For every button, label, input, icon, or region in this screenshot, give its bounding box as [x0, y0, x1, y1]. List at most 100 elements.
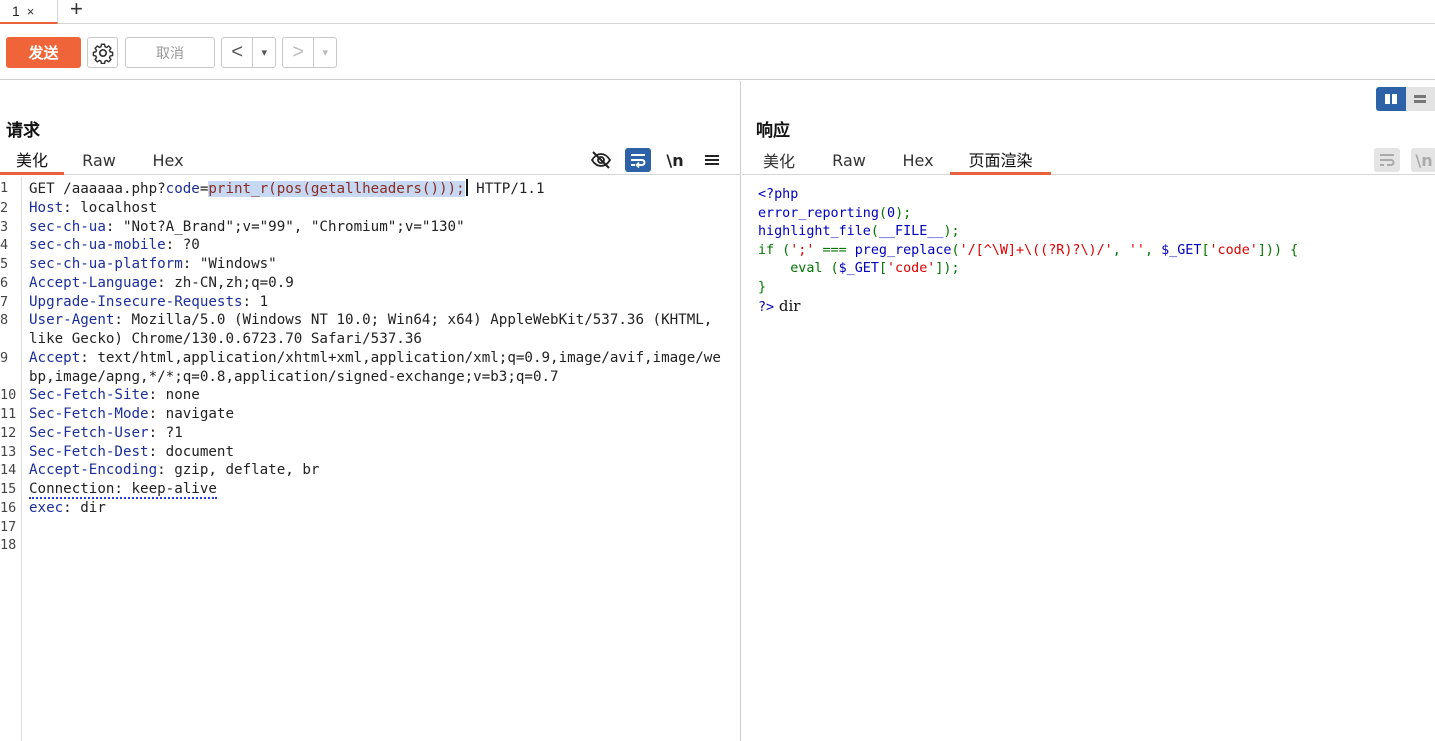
back-arrow-icon[interactable]: < [222, 38, 254, 67]
line-number: 1 [0, 180, 9, 196]
header-name: Accept [29, 349, 81, 366]
php-source-text: <?php [758, 187, 799, 202]
code-line[interactable]: 7 Upgrade-Insecure-Requests: 1 [0, 293, 740, 312]
code-line[interactable]: 6 Accept-Language: zh-CN,zh;q=0.9 [0, 274, 740, 293]
close-icon[interactable]: × [27, 4, 35, 19]
code-line[interactable]: 15 Connection: keep-alive [0, 480, 740, 499]
header-name: Accept-Language [29, 274, 158, 291]
php-source-text: '/[^\W]+\((?R)?\)/' [959, 242, 1113, 258]
chevron-down-icon[interactable]: ▾ [253, 46, 275, 59]
line-content: Accept-Language: zh-CN,zh;q=0.9 [22, 274, 722, 293]
line-number: 2 [0, 199, 9, 216]
code-line[interactable]: 14 Accept-Encoding: gzip, deflate, br [0, 461, 740, 480]
request-editor[interactable]: 1 GET /aaaaaa.php?code=print_r(pos(getall… [0, 177, 740, 741]
header-name: Sec-Fetch-Mode [29, 406, 149, 422]
code-line[interactable]: 13 Sec-Fetch-Dest: document [0, 443, 740, 462]
php-source-text: ( [878, 205, 887, 221]
code-text: : Mozilla/5.0 (Windows NT 10.0; Win64; x… [29, 312, 721, 347]
tab-strip: 1 × + [0, 0, 1435, 24]
code-line[interactable]: 11 Sec-Fetch-Mode: navigate [0, 405, 740, 424]
tab-pretty[interactable]: 美化 [0, 145, 64, 175]
code-text: : zh-CN,zh;q=0.9 [157, 274, 294, 291]
chevron-down-icon[interactable]: ▾ [314, 46, 336, 59]
render-line: error_reporting(0); [758, 205, 1298, 224]
cancel-button[interactable]: 取消 [125, 37, 215, 68]
line-number: 17 [0, 518, 17, 535]
php-source-text: ( [951, 242, 960, 258]
php-source-text: === [814, 242, 855, 258]
code-line[interactable]: 10 Sec-Fetch-Site: none [0, 386, 740, 405]
menu-icon[interactable] [699, 148, 725, 172]
line-content: exec: dir [22, 499, 722, 518]
line-content: Accept-Encoding: gzip, deflate, br [22, 461, 722, 480]
code-line[interactable]: 18 [0, 536, 740, 555]
code-line[interactable]: 3 sec-ch-ua: "Not?A_Brand";v="99", "Chrom… [0, 218, 740, 237]
code-line[interactable]: 8 User-Agent: Mozilla/5.0 (Windows NT 10.… [0, 311, 740, 349]
line-number: 18 [0, 537, 17, 554]
tab-hex[interactable]: Hex [140, 145, 196, 175]
code-text: GET /aaaaaa.php? [29, 181, 166, 197]
response-title: 响应 [756, 121, 790, 141]
code-line[interactable]: 16 exec: dir [0, 499, 740, 518]
show-newlines-icon[interactable]: \n [1411, 148, 1435, 172]
php-source-text: eval ( [758, 261, 839, 276]
header-name: Accept-Encoding [29, 462, 158, 479]
send-button[interactable]: 发送 [6, 37, 81, 68]
php-source-text: $_GET [838, 261, 879, 276]
selected-text: print_r(pos(getallheaders())); [208, 181, 465, 197]
tab-raw[interactable]: Raw [820, 145, 878, 175]
code-line[interactable]: 4 sec-ch-ua-mobile: ?0 [0, 236, 740, 255]
code-line[interactable]: 17 [0, 518, 740, 537]
php-source-text: 0 [887, 205, 896, 221]
add-tab-icon[interactable]: + [70, 0, 83, 21]
forward-arrow-icon[interactable]: > [283, 38, 315, 67]
tab-pretty[interactable]: 美化 [748, 145, 810, 175]
output-text: dir [774, 297, 801, 315]
toolbar: 发送 取消 < ▾ > ▾ [0, 25, 1435, 80]
tab-raw[interactable]: Raw [70, 145, 128, 175]
line-content: Host: localhost [22, 199, 722, 218]
back-button[interactable]: < ▾ [221, 37, 276, 68]
code-text: : "Windows" [182, 256, 277, 272]
php-source-text: __FILE__ [878, 224, 944, 239]
line-number: 13 [0, 443, 17, 460]
php-source-text: ); [943, 224, 960, 239]
line-content: Connection: keep-alive [22, 480, 722, 499]
code-line[interactable]: 9 Accept: text/html,application/xhtml+xml… [0, 349, 740, 387]
php-source-text: '' [1128, 242, 1145, 258]
code-text: : none [148, 387, 200, 404]
line-content [22, 518, 722, 537]
line-number: 8 [0, 312, 9, 329]
code-text: : 1 [242, 293, 269, 310]
line-content: Sec-Fetch-Dest: document [22, 443, 722, 462]
tab-render[interactable]: 页面渲染 [950, 145, 1051, 175]
line-number: 6 [0, 274, 9, 291]
show-newlines-icon[interactable]: \n [662, 148, 688, 172]
header-name: Upgrade-Insecure-Requests [29, 293, 243, 310]
tab-hex[interactable]: Hex [890, 145, 946, 175]
wrap-lines-icon[interactable] [625, 148, 651, 172]
forward-button[interactable]: > ▾ [282, 37, 337, 68]
code-line[interactable]: 12 Sec-Fetch-User: ?1 [0, 424, 740, 443]
line-number: 5 [0, 256, 9, 272]
php-source-text: [ [878, 261, 887, 276]
code-line[interactable]: 5 sec-ch-ua-platform: "Windows" [0, 255, 740, 274]
tab-1[interactable]: 1 × [0, 0, 58, 24]
header-name: User-Agent [29, 312, 115, 329]
response-editor-tools: \n [1363, 145, 1435, 175]
code-text: : navigate [148, 406, 235, 422]
code-line[interactable]: 1 GET /aaaaaa.php?code=print_r(pos(getall… [0, 179, 740, 199]
php-source-text: highlight_file [758, 224, 871, 239]
settings-button[interactable] [87, 37, 118, 68]
line-number: 11 [0, 406, 17, 422]
render-line: highlight_file(__FILE__); [758, 223, 1298, 242]
line-content: Sec-Fetch-User: ?1 [22, 424, 722, 443]
php-source-text: ?> [758, 300, 775, 315]
wrap-lines-icon[interactable] [1374, 148, 1400, 172]
line-content [22, 536, 722, 555]
code-text: : gzip, deflate, br [157, 462, 320, 479]
eye-off-icon[interactable] [588, 148, 614, 172]
render-line: if (';' === preg_replace('/[^\W]+\((?R)?… [758, 242, 1298, 261]
php-source-text: 'code' [887, 261, 936, 276]
code-line[interactable]: 2 Host: localhost [0, 199, 740, 218]
